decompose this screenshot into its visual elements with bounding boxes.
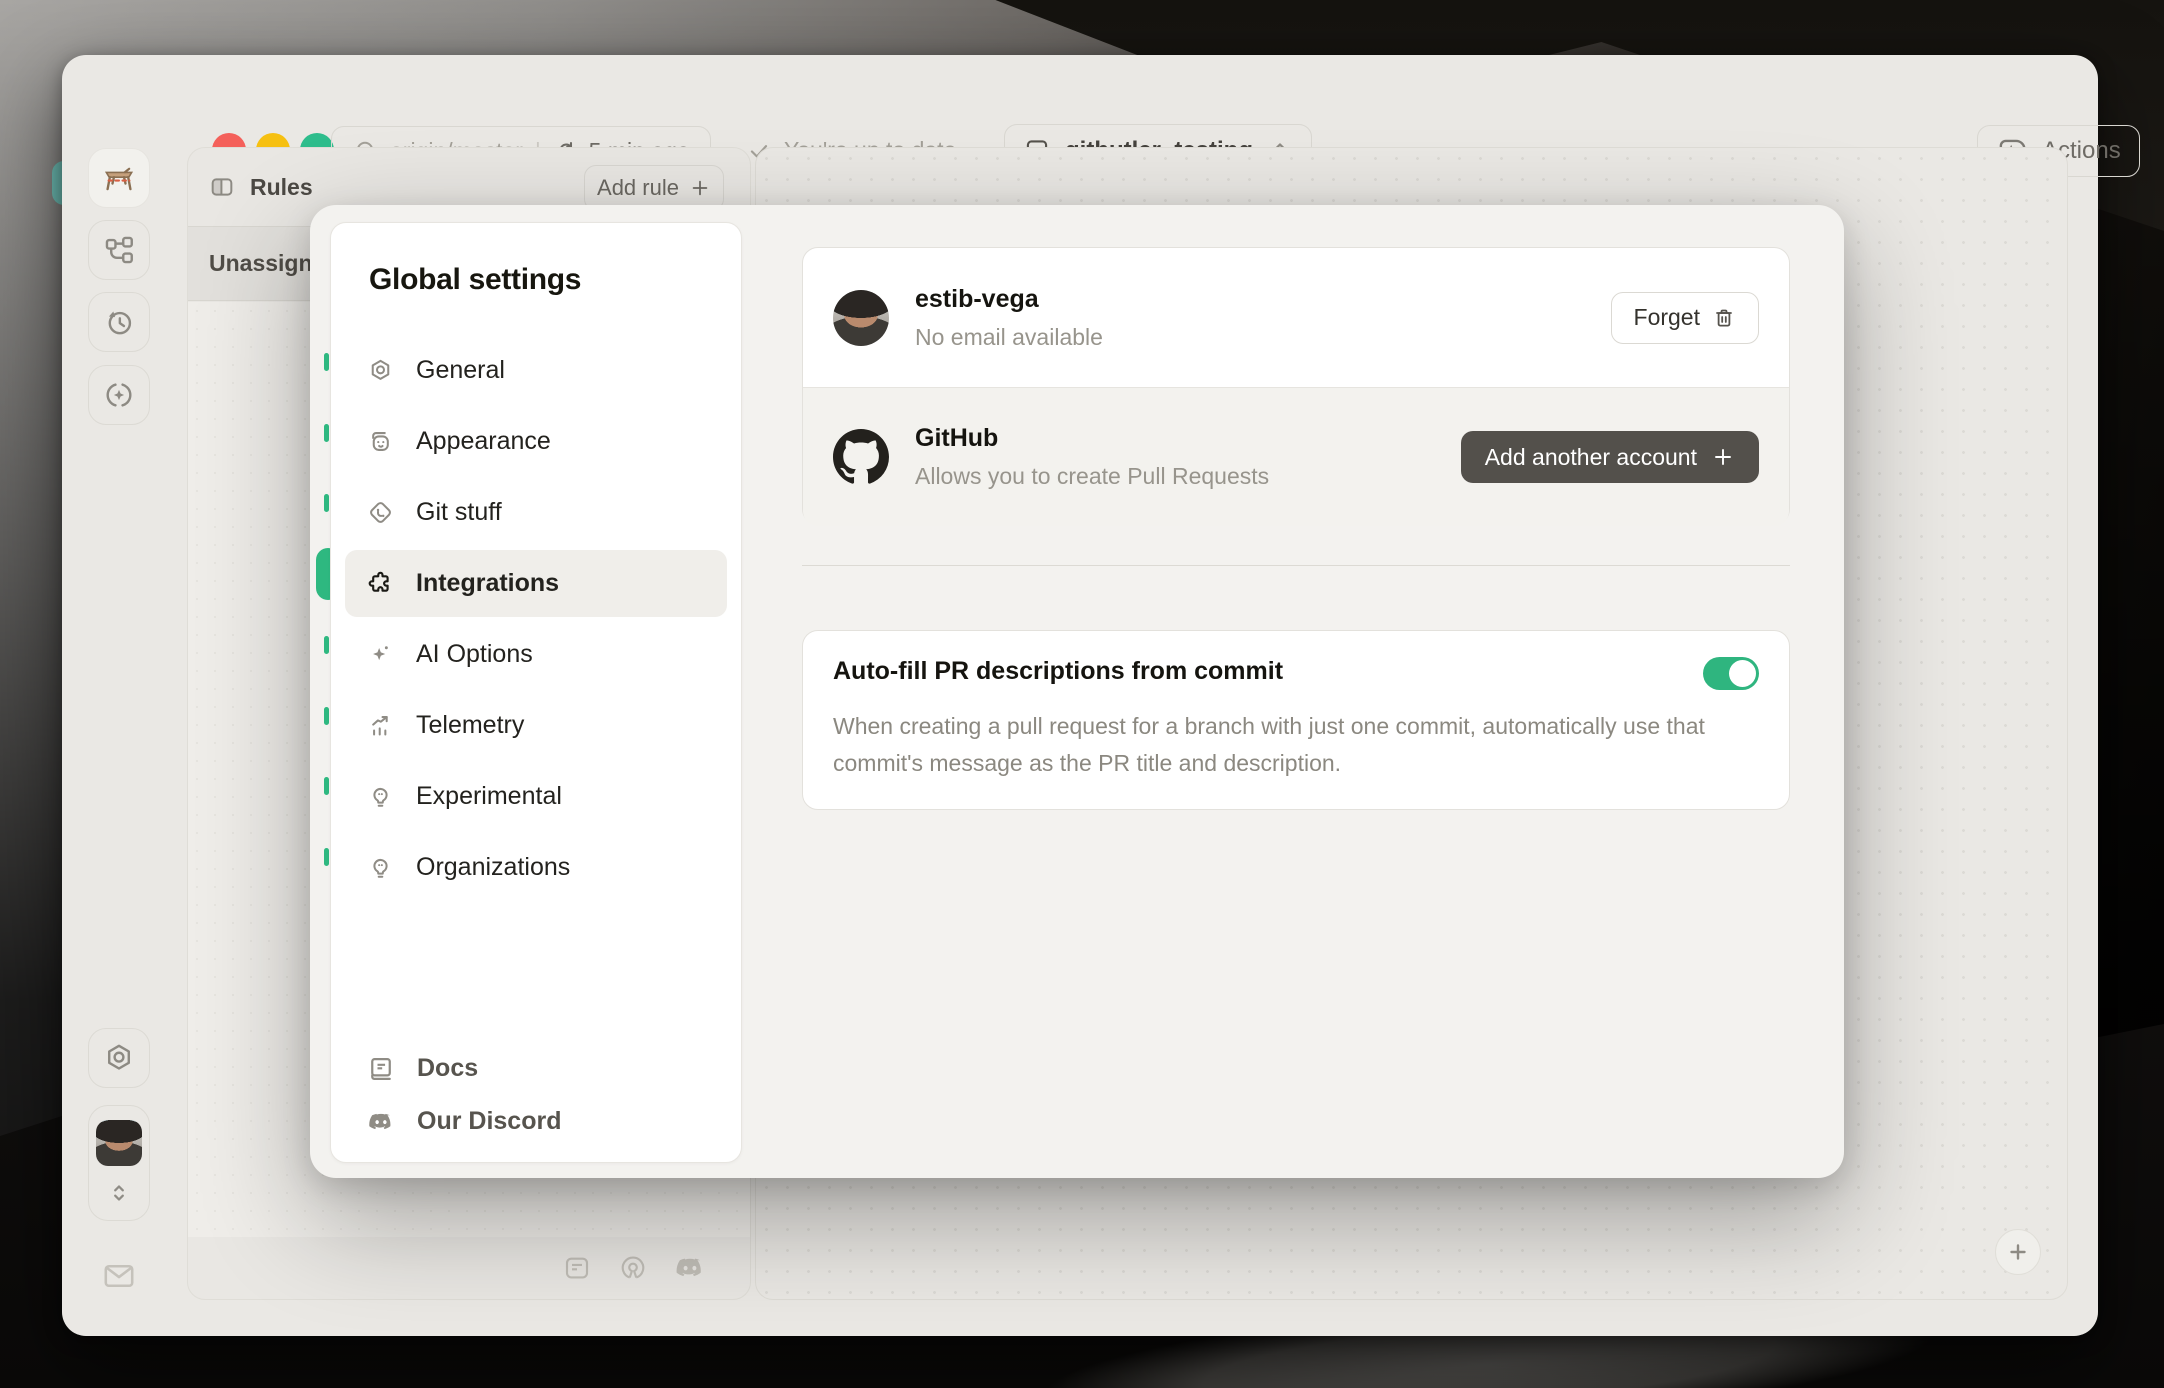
chart-icon (367, 712, 394, 739)
ai-tab-button[interactable] (88, 365, 150, 425)
nav-footer: Docs Our Discord (345, 1054, 561, 1136)
discord-icon (367, 1108, 395, 1136)
nav-label: Telemetry (416, 711, 524, 740)
nav-label: General (416, 356, 505, 385)
open-source-icon[interactable] (618, 1253, 648, 1283)
accounts-card: estib-vega No email available Forget (802, 247, 1790, 525)
github-logo-icon (833, 429, 889, 485)
desktop: origin/master | 5 min ago You're up to d… (0, 0, 2164, 1388)
nav-label: AI Options (416, 640, 533, 669)
lane-tick (324, 494, 329, 512)
discord-icon[interactable] (674, 1252, 706, 1284)
github-title: GitHub (915, 424, 1269, 453)
autofill-pr-card: Auto-fill PR descriptions from commit Wh… (802, 630, 1790, 810)
lane-tick (324, 353, 329, 371)
trash-icon (1712, 306, 1736, 330)
book-icon (367, 1055, 395, 1083)
nav-label: Organizations (416, 853, 570, 882)
branches-tab-button[interactable] (88, 220, 150, 280)
plus-icon (1711, 445, 1735, 469)
settings-nav: Global settings General Appearance (330, 222, 742, 1163)
expand-chevrons-icon (106, 1180, 132, 1206)
nav-label: Appearance (416, 427, 551, 456)
gear-hexagon-icon (367, 357, 394, 384)
forget-label: Forget (1634, 304, 1700, 331)
account-avatar (833, 290, 889, 346)
git-diamond-icon (367, 499, 394, 526)
branches-icon (102, 233, 136, 267)
account-username: estib-vega (915, 285, 1103, 314)
github-description: Allows you to create Pull Requests (915, 463, 1269, 490)
docs-link[interactable]: Docs (345, 1054, 561, 1083)
mail-icon (101, 1258, 137, 1294)
puzzle-icon (367, 570, 394, 597)
lane-tick (324, 777, 329, 795)
nav-item-ai-options[interactable]: AI Options (345, 621, 727, 688)
workspace-tab-button[interactable] (88, 148, 150, 208)
profile-switcher[interactable] (88, 1105, 150, 1221)
user-avatar (96, 1120, 142, 1166)
section-divider (802, 565, 1790, 566)
nav-label: Integrations (416, 569, 559, 598)
autofill-toggle[interactable] (1703, 657, 1759, 690)
rules-footer (188, 1237, 750, 1299)
lane-tick (324, 636, 329, 654)
lane-tick (324, 848, 329, 866)
history-tab-button[interactable] (88, 292, 150, 352)
discord-label: Our Discord (417, 1107, 561, 1136)
bulb-icon (367, 783, 394, 810)
workbench-icon (100, 159, 138, 197)
discord-link[interactable]: Our Discord (345, 1107, 561, 1136)
add-icon (2006, 1240, 2030, 1264)
history-icon (102, 305, 136, 339)
nav-label: Experimental (416, 782, 562, 811)
nav-item-general[interactable]: General (345, 337, 727, 404)
nav-label: Git stuff (416, 498, 502, 527)
rules-title: Rules (250, 174, 313, 201)
forget-button[interactable]: Forget (1611, 292, 1759, 344)
nav-item-experimental[interactable]: Experimental (345, 763, 727, 830)
toggle-knob (1729, 660, 1756, 687)
rules-columns-icon (208, 173, 236, 201)
github-account-row: estib-vega No email available Forget (803, 248, 1789, 387)
plus-icon (689, 177, 711, 199)
autofill-description: When creating a pull request for a branc… (833, 708, 1713, 782)
ai-brackets-icon (102, 378, 136, 412)
account-email-status: No email available (915, 324, 1103, 351)
nav-item-git-stuff[interactable]: Git stuff (345, 479, 727, 546)
add-account-button[interactable]: Add another account (1461, 431, 1759, 483)
lane-tick (324, 707, 329, 725)
feedback-button[interactable] (88, 1251, 150, 1301)
add-branch-button[interactable] (1995, 1229, 2041, 1275)
nav-item-integrations[interactable]: Integrations (345, 550, 727, 617)
add-rule-label: Add rule (597, 175, 679, 201)
nav-item-appearance[interactable]: Appearance (345, 408, 727, 475)
mask-icon (367, 428, 394, 455)
docs-label: Docs (417, 1054, 478, 1083)
autofill-title: Auto-fill PR descriptions from commit (833, 657, 1283, 686)
github-service-row: GitHub Allows you to create Pull Request… (803, 387, 1789, 526)
settings-hexagon-icon (102, 1041, 136, 1075)
nav-item-organizations[interactable]: Organizations (345, 834, 727, 901)
lane-tick (324, 424, 329, 442)
bulb-icon (367, 854, 394, 881)
modal-title: Global settings (369, 263, 727, 297)
nav-item-telemetry[interactable]: Telemetry (345, 692, 727, 759)
notes-icon[interactable] (562, 1253, 592, 1283)
global-settings-button[interactable] (88, 1028, 150, 1088)
global-settings-modal: Global settings General Appearance (310, 205, 1844, 1178)
sparkle-icon (367, 641, 394, 668)
add-account-label: Add another account (1485, 444, 1697, 471)
